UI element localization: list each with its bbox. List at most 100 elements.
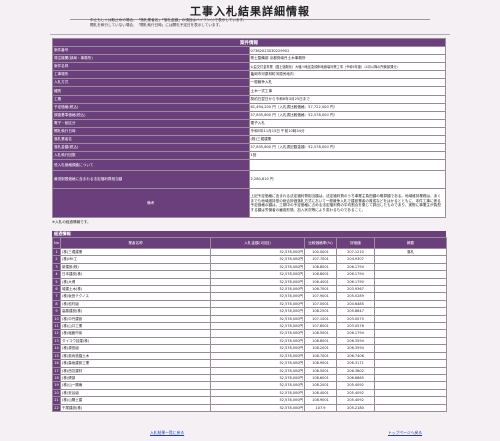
bid-no: 21 <box>52 396 61 405</box>
col-eval: 評価値 <box>336 237 375 249</box>
info-label: 種別 <box>52 86 250 96</box>
bid-company-name: 日本建設(株) <box>60 270 211 279</box>
back-to-list-link[interactable]: 入札結果一覧に戻る <box>150 430 184 436</box>
info-value: (株)三堀建業 <box>248 135 446 145</box>
info-value: 1回 <box>248 151 446 161</box>
bid-company-name: (株)MK工 <box>60 255 211 264</box>
bid-row: 17 (株)西辺建材 52,578,000円 108.5001 206.3602 <box>52 366 447 375</box>
bid-remark <box>374 396 447 405</box>
bid-company-name: (株)坂田テクノス <box>60 292 211 301</box>
bid-amount: 52,578,000円 <box>210 307 305 316</box>
bid-no: 20 <box>52 388 61 398</box>
bid-row: 22 千尾建設(株) 52,578,000円 107.9 205.2180 <box>52 403 447 412</box>
bid-ratio: 107.9001 <box>304 292 337 301</box>
bid-eval: 203.0576 <box>336 322 375 331</box>
bid-remark <box>374 307 447 316</box>
bid-row: 4 日本建設(株) 52,578,000円 106.8001 206.1794 <box>52 270 447 279</box>
bid-amount: 52,578,000円 <box>210 373 305 383</box>
bid-ratio: 107.6001 <box>304 322 337 331</box>
col-ratio: 比較価格率(%) <box>304 237 337 249</box>
bid-eval: 205.2180 <box>336 403 375 412</box>
bid-no: 5 <box>52 277 61 287</box>
bid-amount: 52,578,000円 <box>210 262 305 272</box>
info-value: 契約日翌日から令和6年3月25日まで <box>248 94 446 104</box>
bid-no: 10 <box>52 314 61 324</box>
info-label: 案件名称 <box>52 62 250 72</box>
bid-amount: 52,578,000円 <box>210 292 305 301</box>
bid-ratio: 108.5001 <box>304 366 337 375</box>
bid-eval: 204.9307 <box>336 255 375 264</box>
bid-amount: 52,578,000円 <box>210 314 305 324</box>
info-value: 県土整備部 京都府南丹土木事務所 <box>248 54 446 64</box>
bid-company-name: (株)西辺建材 <box>60 366 211 375</box>
bid-remark <box>374 299 447 309</box>
bid-company-name: (株)大博 <box>60 277 211 287</box>
info-label: 入札方式 <box>52 78 250 88</box>
bid-ratio: 108.4001 <box>304 388 337 398</box>
info-row: 低入札価格調査について <box>52 159 446 172</box>
bid-amount: 52,578,000円 <box>210 247 305 257</box>
bid-company-name: (株)山陽土建 <box>60 396 211 405</box>
bid-eval: 203.0075 <box>336 314 375 324</box>
info-row: 電子・紙区分 電子入札 <box>52 118 446 128</box>
bid-no: 13 <box>52 336 61 346</box>
bid-ratio: 108.2501 <box>304 307 337 316</box>
bid-remark <box>374 373 447 383</box>
info-value <box>248 159 446 172</box>
info-row: 入札執行回数 1回 <box>52 151 446 161</box>
bid-no: 22 <box>52 403 61 412</box>
bid-ratio: 108.6001 <box>304 336 337 346</box>
bid-eval: 203.9367 <box>336 285 375 294</box>
info-row: 種別 土木一式工事 <box>52 86 446 96</box>
info-label: 最低制限価格に含まれる法定福利費相当額 <box>52 170 250 190</box>
bid-ratio: 107.9 <box>304 403 337 412</box>
bid-eval: 205.4092 <box>336 381 375 390</box>
bid-remark <box>374 292 447 301</box>
bid-remark <box>374 344 447 353</box>
bid-eval: 205.4092 <box>336 388 375 398</box>
bid-amount: 52,578,000円 <box>210 270 305 279</box>
bid-company-name: (株)塩飽市街 <box>60 329 211 338</box>
bid-remark <box>374 277 447 287</box>
bid-eval: 206.7406 <box>336 351 375 361</box>
bid-eval: 207.1210 <box>336 247 375 257</box>
info-row: 発注機関(部局・事務所) 県土整備部 京都府南丹土木事務所 <box>52 54 446 64</box>
bid-ratio: 107.1001 <box>304 314 337 324</box>
bid-remark <box>374 255 447 264</box>
bid-no: 1 <box>52 247 61 257</box>
bid-company-name: (株)山一陽庵 <box>60 381 211 390</box>
back-to-top-link[interactable]: トップページへ戻る <box>388 430 422 436</box>
bid-amount: 52,578,000円 <box>210 277 305 287</box>
bid-no: 12 <box>52 329 61 338</box>
info-row: 案件名称 公益交付金事業（国土強靭化）大堰川地区急傾斜地崩壊対策工事（令和5年度）… <box>52 62 446 72</box>
bid-row: 2 (株)MK工 52,578,000円 107.7001 204.9307 <box>52 255 447 264</box>
bid-amount: 52,578,000円 <box>210 396 305 405</box>
bid-company-name: (株)山口工業 <box>60 322 211 331</box>
info-value: 61,494,200 円（入札書比較価格：57,722,000 円） <box>248 102 446 112</box>
bid-eval: 206.6865 <box>336 373 375 383</box>
bid-row: 19 (株)山一陽庵 52,578,000円 108.2001 205.4092 <box>52 381 447 390</box>
info-row: 調査基準価格(税込) 57,835,800 円（入札書比較価格：52,578,00… <box>52 110 446 120</box>
info-row: 入札方式 一般競争入札 <box>52 78 446 88</box>
bid-row: 11 (株)山口工業 52,578,000円 107.6001 203.0576 <box>52 322 447 331</box>
info-row: 備考 上記予定価格に含まれる法定福利費相当額は、法定福利費のうち事業主負担額の概算… <box>52 188 446 219</box>
bid-amount: 52,578,000円 <box>210 388 305 398</box>
bid-ratio: 108.6001 <box>304 373 337 383</box>
bid-amount: 52,578,000円 <box>210 381 305 390</box>
bid-company-name: (株)奥尚造園土木 <box>60 351 211 361</box>
bid-row: 3 新建設(株) 52,578,000円 108.8001 206.1794 <box>52 262 447 272</box>
bid-eval: 205.4092 <box>336 396 375 405</box>
bid-ratio: 108.2001 <box>304 381 337 390</box>
info-value: 令和5年11月15日 午前10時34分 <box>248 126 446 137</box>
bid-ratio: 106.7001 <box>304 285 337 294</box>
col-name: 業者名称 <box>60 237 211 249</box>
bid-amount: 52,578,000円 <box>210 351 305 361</box>
bid-ratio: 100.0001 <box>304 247 337 257</box>
project-info-table: 案件情報 案件番号 07382023030229902 発注機関(部局・事務所) 県土… <box>52 38 446 219</box>
bid-amount: 52,578,000円 <box>210 336 305 346</box>
bid-eval: 204.6485 <box>336 299 375 309</box>
bid-row: 14 (株)源田組 52,578,000円 108.2001 206.3594 <box>52 344 447 353</box>
bid-eval: 206.3602 <box>336 366 375 375</box>
info-value: 一般競争入札 <box>248 78 446 88</box>
info-value: 57,835,800 円（入札書記載金額：52,578,000 円） <box>248 143 446 153</box>
